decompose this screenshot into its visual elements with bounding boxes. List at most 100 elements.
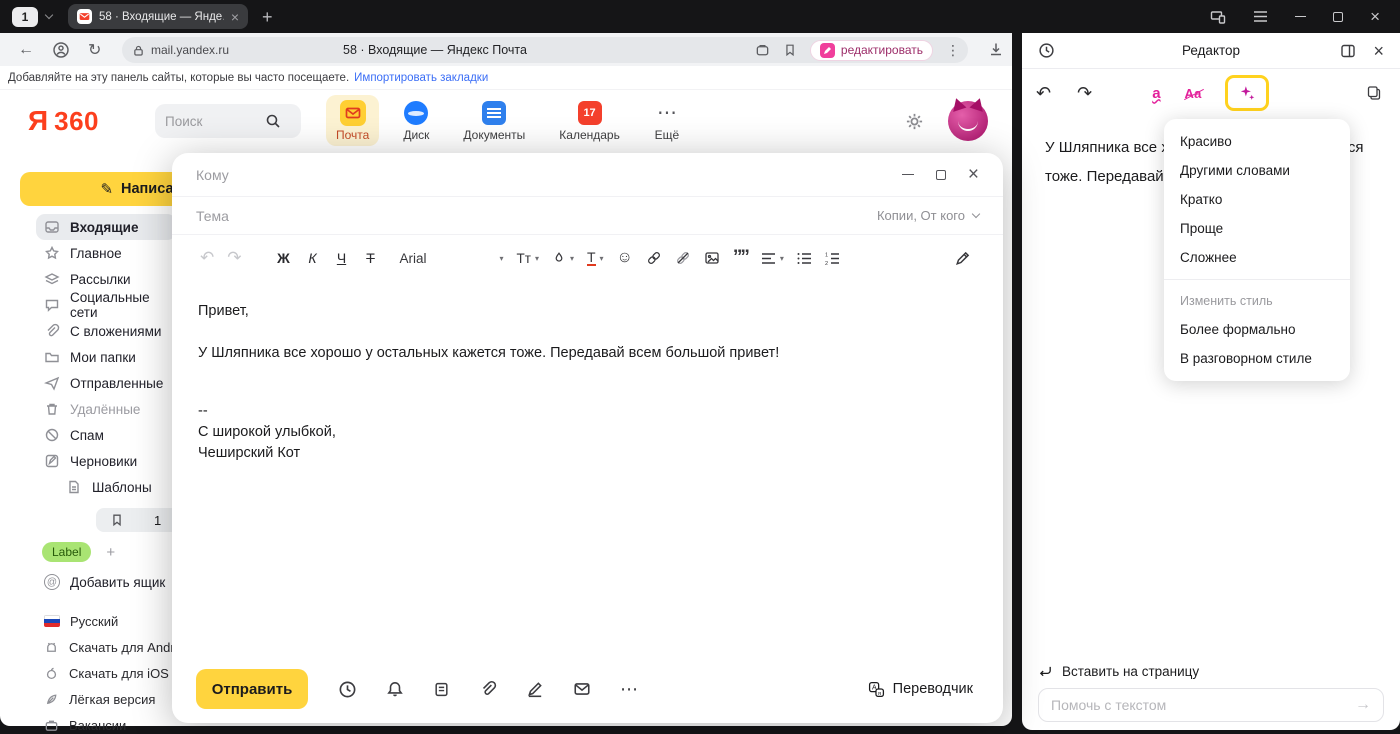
tab-close-icon[interactable]: × bbox=[231, 10, 239, 24]
collections-icon[interactable] bbox=[755, 43, 770, 58]
underline-button[interactable]: Ч bbox=[334, 250, 350, 266]
folder-myfolders[interactable]: Мои папки bbox=[36, 344, 176, 370]
service-more[interactable]: ⋯ Ещё bbox=[644, 95, 690, 146]
emoji-icon[interactable]: ☺ bbox=[617, 249, 633, 267]
browser-tab[interactable]: 58 · Входящие — Янде… × bbox=[68, 4, 248, 29]
schedule-send-icon[interactable] bbox=[338, 680, 357, 699]
folder-main[interactable]: Главное bbox=[36, 240, 176, 266]
unlink-icon[interactable] bbox=[675, 250, 691, 266]
new-tab-icon[interactable]: + bbox=[262, 8, 273, 26]
compose-body[interactable]: Привет, У Шляпника все хорошо у остальны… bbox=[172, 281, 1003, 484]
font-family-select[interactable]: Arial ▾ bbox=[400, 251, 504, 266]
open-in-window-icon[interactable] bbox=[1340, 43, 1356, 59]
align-button[interactable]: ▾ bbox=[761, 252, 784, 265]
add-mailbox-button[interactable]: @ Добавить ящик bbox=[44, 574, 165, 590]
service-docs[interactable]: Документы bbox=[453, 95, 535, 146]
service-disk[interactable]: Диск bbox=[393, 95, 439, 146]
bold-button[interactable]: Ж bbox=[276, 250, 292, 266]
folder-templates[interactable]: Шаблоны bbox=[58, 474, 176, 500]
window-minimize-icon[interactable] bbox=[1295, 16, 1306, 17]
numbered-list-icon[interactable]: 12 bbox=[825, 252, 840, 265]
more-options-icon[interactable]: ⋮ bbox=[946, 42, 960, 59]
panel-close-icon[interactable]: × bbox=[1373, 42, 1384, 60]
template-note-icon[interactable] bbox=[433, 681, 450, 698]
strikethrough-button[interactable]: Т bbox=[363, 250, 379, 266]
ai-prompt-box[interactable]: → bbox=[1038, 688, 1384, 722]
devices-sync-icon[interactable] bbox=[1210, 9, 1226, 25]
menu-item-conversational[interactable]: В разговорном стиле bbox=[1164, 344, 1350, 373]
style-check-icon[interactable]: Аа bbox=[1185, 87, 1202, 100]
history-clock-icon[interactable] bbox=[1038, 42, 1055, 59]
folder-spam[interactable]: Спам bbox=[36, 422, 176, 448]
send-button[interactable]: Отправить bbox=[196, 669, 308, 709]
folder-sent[interactable]: Отправленные bbox=[36, 370, 176, 396]
translator-button[interactable]: Ая Переводчик bbox=[868, 681, 973, 698]
search-input[interactable] bbox=[165, 114, 265, 129]
menu-item-formal[interactable]: Более формально bbox=[1164, 315, 1350, 344]
settings-gear-icon[interactable] bbox=[905, 112, 924, 131]
folder-inbox[interactable]: Входящие bbox=[36, 214, 176, 240]
user-avatar[interactable] bbox=[948, 101, 988, 141]
folder-attachments[interactable]: С вложениями bbox=[36, 318, 176, 344]
font-size-select[interactable]: Тт ▾ bbox=[517, 251, 539, 266]
insert-to-page-button[interactable]: Вставить на страницу bbox=[1038, 664, 1384, 679]
refresh-icon[interactable]: ↻ bbox=[88, 40, 101, 60]
compose-to-row[interactable]: Кому × bbox=[172, 153, 1003, 197]
folder-drafts[interactable]: Черновики bbox=[36, 448, 176, 474]
text-color-button[interactable]: Т ▾ bbox=[587, 250, 604, 266]
search-box[interactable] bbox=[155, 104, 301, 138]
folder-deleted[interactable]: Удалённые bbox=[36, 396, 176, 422]
service-mail[interactable]: Почта bbox=[326, 95, 379, 146]
attach-file-icon[interactable] bbox=[479, 680, 497, 698]
bullet-list-icon[interactable] bbox=[797, 252, 812, 265]
folder-social[interactable]: Социальные сети bbox=[36, 292, 176, 318]
tab-group-chip[interactable]: 1 bbox=[12, 7, 38, 27]
cc-from-toggle[interactable]: Копии, От кого bbox=[877, 208, 979, 223]
window-maximize-icon[interactable] bbox=[1333, 12, 1343, 22]
compose-minimize-icon[interactable] bbox=[902, 174, 914, 175]
menu-item-other-words[interactable]: Другими словами bbox=[1164, 156, 1350, 185]
service-calendar[interactable]: 17 Календарь bbox=[549, 95, 630, 146]
italic-button[interactable]: К bbox=[305, 250, 321, 266]
yandex-360-logo[interactable]: Я 360 bbox=[28, 105, 99, 137]
compose-subject-row[interactable]: Тема Копии, От кого bbox=[172, 197, 1003, 235]
menu-item-simpler[interactable]: Проще bbox=[1164, 214, 1350, 243]
profile-icon[interactable] bbox=[52, 41, 70, 59]
menu-icon[interactable] bbox=[1253, 10, 1268, 23]
menu-item-complex[interactable]: Сложнее bbox=[1164, 243, 1350, 272]
blockquote-icon[interactable]: ”” bbox=[733, 253, 748, 263]
tab-group-chevron-icon[interactable] bbox=[45, 11, 53, 19]
signature-pen-icon[interactable] bbox=[526, 680, 544, 698]
clear-format-icon[interactable] bbox=[954, 250, 971, 267]
ai-prompt-input[interactable] bbox=[1051, 697, 1355, 713]
highlight-color-button[interactable]: ▾ bbox=[552, 251, 574, 265]
link-icon[interactable] bbox=[646, 250, 662, 266]
folder-newsletters[interactable]: Рассылки bbox=[36, 266, 176, 292]
undo-icon[interactable]: ↶ bbox=[1036, 83, 1051, 104]
submit-arrow-icon[interactable]: → bbox=[1355, 696, 1371, 714]
label-chip[interactable]: Label bbox=[42, 542, 91, 562]
import-bookmarks-link[interactable]: Импортировать закладки bbox=[354, 72, 488, 84]
redo-icon[interactable]: ↷ bbox=[1077, 83, 1092, 104]
redo-icon[interactable]: ↷ bbox=[227, 248, 241, 268]
add-label-icon[interactable]: + bbox=[106, 544, 115, 561]
menu-item-beautiful[interactable]: Красиво bbox=[1164, 127, 1350, 156]
ai-improve-button-highlighted[interactable] bbox=[1225, 75, 1269, 111]
address-bar[interactable]: mail.yandex.ru 58 · Входящие — Яндекс По… bbox=[122, 37, 968, 63]
search-icon[interactable] bbox=[265, 113, 281, 129]
compose-expand-icon[interactable] bbox=[936, 170, 946, 180]
menu-item-brief[interactable]: Кратко bbox=[1164, 185, 1350, 214]
undo-icon[interactable]: ↶ bbox=[200, 248, 214, 268]
edit-mode-button[interactable]: редактировать bbox=[810, 40, 933, 61]
bookmark-icon[interactable] bbox=[783, 43, 797, 57]
back-icon[interactable]: ← bbox=[18, 41, 34, 59]
spellcheck-icon[interactable]: а bbox=[1152, 86, 1160, 101]
reminder-bell-icon[interactable] bbox=[386, 680, 404, 698]
copy-icon[interactable] bbox=[1366, 85, 1382, 101]
more-actions-icon[interactable]: ⋯ bbox=[620, 679, 639, 700]
envelope-icon[interactable] bbox=[573, 680, 591, 698]
downloads-icon[interactable] bbox=[988, 41, 1004, 57]
insert-image-icon[interactable] bbox=[704, 250, 720, 266]
compose-close-icon[interactable]: × bbox=[968, 165, 979, 184]
window-close-icon[interactable]: × bbox=[1370, 8, 1380, 25]
